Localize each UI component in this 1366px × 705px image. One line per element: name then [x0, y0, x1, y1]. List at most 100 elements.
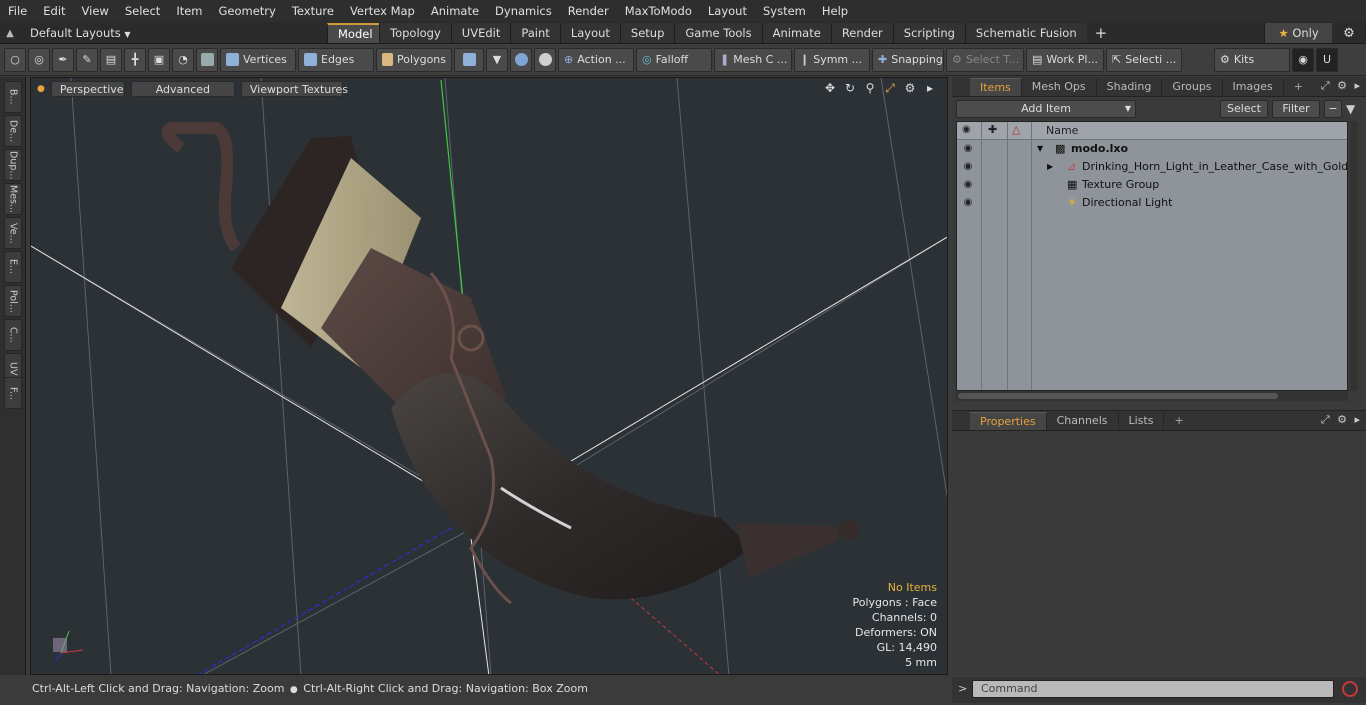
menu-layout[interactable]: Layout	[700, 0, 755, 22]
snapping-button[interactable]: ✚ Snapping	[872, 47, 944, 72]
menu-file[interactable]: File	[0, 0, 35, 22]
default-layouts-dropdown[interactable]: Default Layouts ▼	[20, 26, 131, 40]
tab-images[interactable]: Images	[1223, 78, 1284, 96]
kits-button[interactable]: ⚙ Kits	[1214, 47, 1290, 72]
menu-help[interactable]: Help	[814, 0, 856, 22]
select-through-button[interactable]: ⚙ Select T...	[946, 47, 1024, 72]
selection-sets-button[interactable]: ⇱ Selecti ...	[1106, 47, 1182, 72]
render-column-icon[interactable]: △	[1012, 123, 1020, 136]
tree-row-directional-light[interactable]: ◉ ☀ Directional Light	[957, 194, 1347, 212]
work-plane-button[interactable]: ▤ Work Pl...	[1026, 47, 1104, 72]
menu-dynamics[interactable]: Dynamics	[487, 0, 560, 22]
expand-arrow-icon[interactable]: ▼	[1037, 140, 1043, 158]
scrollbar-thumb[interactable]	[958, 393, 1278, 399]
palette-tab-fusion[interactable]: F...	[4, 377, 22, 409]
tab-schematic-fusion[interactable]: Schematic Fusion	[964, 23, 1087, 43]
unity-icon[interactable]: ◉	[1292, 47, 1314, 72]
menu-maxtomodo[interactable]: MaxToModo	[617, 0, 700, 22]
visibility-eye-icon[interactable]: ◉	[962, 197, 974, 209]
record-macro-icon[interactable]	[1342, 681, 1358, 697]
tab-properties[interactable]: Properties	[970, 412, 1047, 430]
menu-select[interactable]: Select	[117, 0, 168, 22]
tab-scripting[interactable]: Scripting	[892, 23, 965, 43]
viewport-dot-icon[interactable]: ●	[37, 84, 45, 94]
falloff-button[interactable]: ◎ Falloff	[636, 47, 712, 72]
mode-dropdown-icon[interactable]: ▼	[486, 47, 508, 72]
frame-icon[interactable]: ▣	[148, 47, 170, 72]
command-input[interactable]: Command	[972, 680, 1334, 698]
menu-view[interactable]: View	[74, 0, 117, 22]
menu-edit[interactable]: Edit	[35, 0, 73, 22]
tree-vertical-scrollbar[interactable]	[1350, 121, 1358, 391]
add-tab-icon[interactable]: +	[1087, 24, 1116, 42]
viewport-gear-icon[interactable]: ⚙	[903, 81, 917, 95]
3d-viewport[interactable]: ● Perspective Advanced Viewport Textures…	[30, 77, 948, 675]
menu-animate[interactable]: Animate	[423, 0, 487, 22]
tab-items[interactable]: Items	[970, 78, 1022, 96]
name-column-header[interactable]: Name	[1046, 124, 1078, 137]
lock-column-icon[interactable]: ✚	[988, 123, 997, 136]
tree-row-modo-lxo[interactable]: ◉ ▼ ▩ modo.lxo	[957, 140, 1347, 158]
tab-setup[interactable]: Setup	[619, 23, 675, 43]
palette-tab-vertex[interactable]: Ve...	[4, 217, 22, 249]
palette-tab-deform[interactable]: De...	[4, 115, 22, 147]
add-item-dropdown[interactable]: Add Item ▼	[956, 100, 1136, 118]
tab-lists[interactable]: Lists	[1119, 412, 1165, 430]
viewport-textures-button[interactable]: Viewport Textures	[240, 81, 348, 97]
visibility-eye-icon[interactable]: ◉	[962, 161, 974, 173]
visibility-eye-icon[interactable]: ◉	[962, 179, 974, 191]
palette-tab-mesh[interactable]: Mes...	[4, 183, 22, 215]
add-properties-tab-icon[interactable]: +	[1164, 412, 1193, 430]
palette-tab-duplicate[interactable]: Dup...	[4, 149, 22, 181]
drinking-horn-model[interactable]	[161, 122, 859, 605]
menu-item[interactable]: Item	[168, 0, 210, 22]
tab-layout[interactable]: Layout	[559, 23, 620, 43]
filter-button[interactable]: Filter	[1272, 100, 1320, 118]
palette-tab-curve[interactable]: C...	[4, 319, 22, 351]
panel-options-icon[interactable]: ⤢ ⚙ ▸	[1321, 79, 1362, 93]
symmetry-shield-icon[interactable]	[510, 47, 532, 72]
palette-tab-edge[interactable]: E...	[4, 251, 22, 283]
pan-icon[interactable]: ✥	[823, 81, 837, 95]
tree-horizontal-scrollbar[interactable]	[956, 391, 1348, 401]
tab-topology[interactable]: Topology	[379, 23, 451, 43]
action-button[interactable]: ⊕ Action ...	[558, 47, 634, 72]
mesh-constraint-button[interactable]: ❚ Mesh C ...	[714, 47, 792, 72]
settings-gear-icon[interactable]: ⚙	[1332, 26, 1366, 41]
menu-geometry[interactable]: Geometry	[211, 0, 284, 22]
tab-model[interactable]: Model	[327, 23, 379, 43]
tab-mesh-ops[interactable]: Mesh Ops	[1022, 78, 1097, 96]
tab-paint[interactable]: Paint	[510, 23, 560, 43]
globe-icon[interactable]: ◎	[28, 47, 50, 72]
brush-icon[interactable]: ✎	[76, 47, 98, 72]
palette-tab-basic[interactable]: B...	[4, 81, 22, 113]
visibility-eye-icon[interactable]: ◉	[962, 143, 974, 155]
menu-render[interactable]: Render	[560, 0, 617, 22]
tree-row-drinking-horn[interactable]: ◉ ▶ ⊿ Drinking_Horn_Light_in_Leather_Cas…	[957, 158, 1347, 176]
symmetry-button[interactable]: ❙ Symm ...	[794, 47, 870, 72]
funnel-icon[interactable]: ▼	[1346, 102, 1355, 116]
viewport-menu-arrow-icon[interactable]: ▸	[923, 81, 937, 95]
zoom-icon[interactable]: ⚲	[863, 81, 877, 95]
rotate-icon[interactable]: ◔	[172, 47, 194, 72]
layout-arrow-icon[interactable]: ▲	[0, 28, 20, 39]
add-panel-tab-icon[interactable]: +	[1284, 78, 1313, 96]
menu-system[interactable]: System	[755, 0, 814, 22]
vertices-button[interactable]: Vertices	[220, 47, 296, 72]
select-button[interactable]: Select	[1220, 100, 1268, 118]
pen-icon[interactable]: ✒	[52, 47, 74, 72]
orbit-icon[interactable]: ↻	[843, 81, 857, 95]
tab-render[interactable]: Render	[830, 23, 893, 43]
expand-arrow-icon[interactable]: ▶	[1047, 158, 1053, 176]
center-icon[interactable]: ╋	[124, 47, 146, 72]
tree-row-texture-group[interactable]: ◉ ▦ Texture Group	[957, 176, 1347, 194]
tab-animate[interactable]: Animate	[761, 23, 831, 43]
only-toggle[interactable]: ★ Only	[1264, 23, 1332, 43]
properties-options-icon[interactable]: ⤢ ⚙ ▸	[1321, 413, 1362, 427]
tab-game-tools[interactable]: Game Tools	[674, 23, 762, 43]
advanced-button[interactable]: Advanced	[130, 81, 235, 97]
tab-uvedit[interactable]: UVEdit	[450, 23, 511, 43]
unreal-icon[interactable]: U	[1316, 47, 1338, 72]
polygons-button[interactable]: Polygons	[376, 47, 452, 72]
select-mode-circle-icon[interactable]: ○	[4, 47, 26, 72]
